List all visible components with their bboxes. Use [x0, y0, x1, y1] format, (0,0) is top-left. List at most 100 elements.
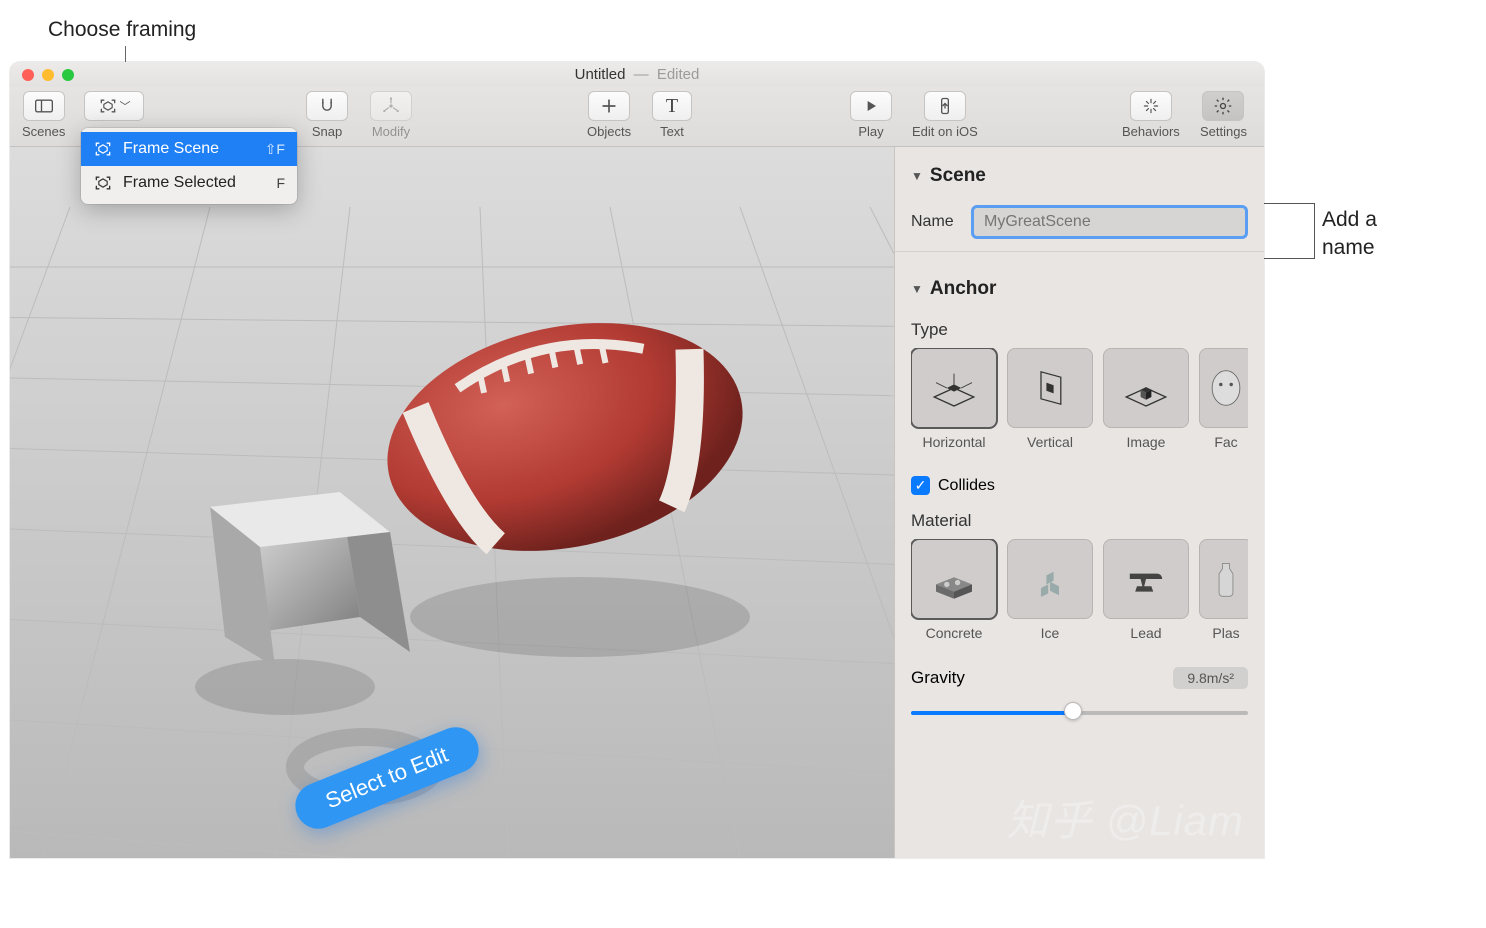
gravity-label: Gravity — [911, 668, 965, 688]
concrete-icon — [927, 552, 981, 606]
behaviors-button[interactable] — [1130, 91, 1172, 121]
toolbar-text: T Text — [652, 91, 692, 139]
settings-button[interactable] — [1202, 91, 1244, 121]
text-label: Text — [660, 124, 684, 139]
anchor-type-vertical[interactable]: Vertical — [1007, 348, 1093, 450]
toolbar-settings: Settings — [1200, 91, 1247, 139]
toolbar-modify: Modify — [370, 91, 412, 139]
annotation-choose-framing: Choose framing — [48, 18, 196, 42]
modify-icon — [381, 96, 401, 116]
snap-button[interactable] — [306, 91, 348, 121]
edit-ios-label: Edit on iOS — [912, 124, 978, 139]
anchor-type-image[interactable]: Image — [1103, 348, 1189, 450]
snap-label: Snap — [312, 124, 342, 139]
bottle-icon — [1200, 552, 1248, 606]
inspector-panel: ▼ Scene Name ▼ Anchor Type — [894, 147, 1264, 858]
sidebar-icon — [34, 96, 54, 116]
gravity-value: 9.8m/s² — [1173, 667, 1248, 689]
anchor-section: ▼ Anchor Type Horizontal Vertical — [895, 260, 1264, 729]
play-label: Play — [858, 124, 883, 139]
anchor-header-label: Anchor — [930, 278, 997, 300]
toolbar-objects: Objects — [587, 91, 631, 139]
scenes-button[interactable] — [23, 91, 65, 121]
collides-checkbox[interactable]: ✓ — [911, 476, 930, 495]
collides-row[interactable]: ✓ Collides — [911, 476, 1248, 495]
slider-knob[interactable] — [1064, 702, 1082, 720]
anchor-type-face[interactable]: Fac — [1199, 348, 1248, 450]
material-plastic[interactable]: Plas — [1199, 539, 1248, 641]
edit-ios-button[interactable] — [924, 91, 966, 121]
menu-item-shortcut: F — [276, 175, 285, 191]
menu-item-label: Frame Selected — [123, 174, 236, 192]
material-lead[interactable]: Lead — [1103, 539, 1189, 641]
anchor-header[interactable]: ▼ Anchor — [911, 270, 1248, 304]
document-name: Untitled — [575, 66, 626, 83]
objects-button[interactable] — [588, 91, 630, 121]
window-title: Untitled — Edited — [10, 66, 1264, 83]
magnet-icon — [317, 96, 337, 116]
frame-icon — [98, 96, 118, 116]
slider-fill — [911, 711, 1073, 715]
gear-icon — [1213, 96, 1233, 116]
scene-section: ▼ Scene Name — [895, 147, 1264, 260]
modify-button[interactable] — [370, 91, 412, 121]
modify-label: Modify — [372, 124, 410, 139]
toolbar-scenes: Scenes — [22, 91, 65, 139]
titlebar: Untitled — Edited — [10, 62, 1264, 87]
tile-label: Plas — [1212, 625, 1239, 641]
frame-icon — [93, 173, 113, 193]
material-ice[interactable]: Ice — [1007, 539, 1093, 641]
gravity-slider[interactable] — [911, 701, 1248, 721]
section-separator — [895, 251, 1264, 252]
disclosure-triangle-icon: ▼ — [911, 169, 923, 183]
material-concrete[interactable]: Concrete — [911, 539, 997, 641]
image-anchor-icon — [1119, 361, 1173, 415]
scene-name-input[interactable] — [971, 205, 1248, 239]
play-button[interactable] — [850, 91, 892, 121]
phone-icon — [935, 96, 955, 116]
tile-label: Horizontal — [922, 434, 985, 450]
toolbar-snap: Snap — [306, 91, 348, 139]
anchor-type-row: Horizontal Vertical Image Fac — [911, 348, 1248, 450]
content: Select to Edit ▼ Scene Name ▼ Anchor — [10, 147, 1264, 858]
horizontal-plane-icon — [927, 361, 981, 415]
toolbar-play: Play — [850, 91, 892, 139]
name-label: Name — [911, 213, 959, 231]
vertical-plane-icon — [1023, 361, 1077, 415]
menu-item-label: Frame Scene — [123, 140, 219, 158]
objects-label: Objects — [587, 124, 631, 139]
menu-item-shortcut: ⇧F — [265, 141, 285, 158]
viewport-3d[interactable]: Select to Edit — [10, 147, 894, 858]
menu-item-frame-scene[interactable]: Frame Scene ⇧F — [81, 132, 297, 166]
document-state: Edited — [657, 66, 700, 83]
annotation-bracket — [1263, 203, 1315, 259]
annotation-add-name: Add a name — [1322, 206, 1377, 263]
anchor-type-horizontal[interactable]: Horizontal — [911, 348, 997, 450]
scene-header-label: Scene — [930, 165, 986, 187]
app-window: Untitled — Edited Scenes ﹀ Snap — [10, 62, 1264, 858]
ice-icon — [1023, 552, 1077, 606]
face-anchor-icon — [1200, 361, 1248, 415]
type-label: Type — [911, 320, 1248, 340]
tile-label: Vertical — [1027, 434, 1073, 450]
sparkle-icon — [1141, 96, 1161, 116]
text-button[interactable]: T — [652, 91, 692, 121]
frame-icon — [93, 139, 113, 159]
text-icon: T — [666, 95, 678, 118]
plus-icon — [599, 96, 619, 116]
play-icon — [861, 96, 881, 116]
material-row: Concrete Ice Lead Plas — [911, 539, 1248, 641]
frame-button[interactable]: ﹀ — [84, 91, 144, 121]
settings-label: Settings — [1200, 124, 1247, 139]
tile-label: Fac — [1214, 434, 1237, 450]
tile-label: Ice — [1041, 625, 1060, 641]
scene-header[interactable]: ▼ Scene — [911, 157, 1248, 191]
menu-item-frame-selected[interactable]: Frame Selected F — [81, 166, 297, 200]
framing-menu[interactable]: Frame Scene ⇧F Frame Selected F — [81, 128, 297, 204]
chevron-down-icon: ﹀ — [120, 98, 131, 114]
title-sep: — — [634, 66, 649, 83]
disclosure-triangle-icon: ▼ — [911, 282, 923, 296]
tile-label: Image — [1127, 434, 1166, 450]
tile-label: Concrete — [926, 625, 983, 641]
material-label: Material — [911, 511, 1248, 531]
